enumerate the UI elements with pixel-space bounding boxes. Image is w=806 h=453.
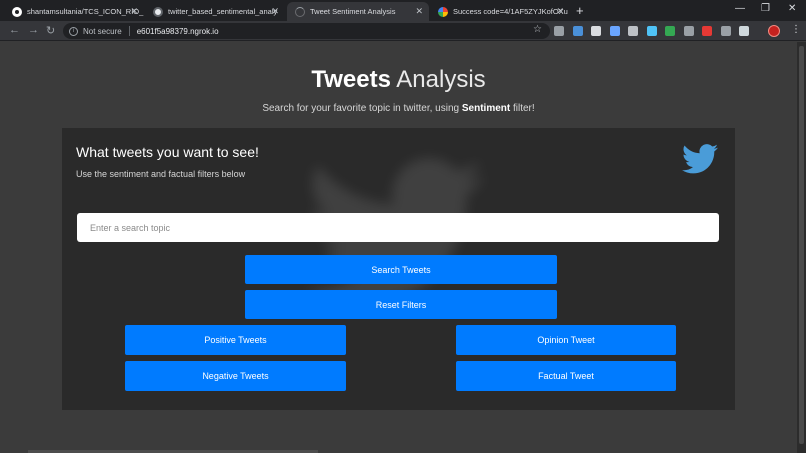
opinion-tweet-button[interactable]: Opinion Tweet [456,325,676,355]
google-icon [438,6,448,17]
reset-filters-button[interactable]: Reset Filters [245,290,557,319]
close-icon[interactable]: ✕ [415,6,423,17]
extension-icon[interactable] [646,26,657,36]
twitter-bird-icon [682,144,718,174]
extension-icon[interactable] [591,26,601,36]
browser-toolbar: ← → ↻ i Not secure e601f5a98379.ngrok.io… [0,21,806,41]
tab-github[interactable]: shantamsultania/TCS_ICON_RIO_ ✕ [4,2,144,21]
extension-icon[interactable] [628,26,638,36]
tab-strip: shantamsultania/TCS_ICON_RIO_ ✕ twitter_… [0,0,806,21]
negative-tweets-button[interactable]: Negative Tweets [125,361,346,391]
github-icon [12,6,22,17]
loading-icon [295,6,305,17]
profile-avatar[interactable] [768,25,780,37]
tab-google[interactable]: Success code=4/1AF5ZYJKofOXu ✕ [430,2,570,21]
subtitle-bold: Sentiment [461,103,511,114]
ngrok-icon [153,6,163,17]
extension-icon[interactable] [739,26,749,36]
bookmark-star-icon[interactable]: ☆ [533,24,542,35]
close-icon[interactable]: ✕ [556,6,564,17]
extension-icon[interactable] [720,26,731,36]
tab-title: Tweet Sentiment Analysis [310,7,396,16]
extension-icon[interactable] [609,26,620,36]
extension-icon[interactable] [665,26,675,36]
search-tweets-button[interactable]: Search Tweets [245,255,557,284]
security-label[interactable]: Not secure [83,27,122,36]
info-icon[interactable]: i [69,26,78,36]
window-close-button[interactable]: ✕ [788,3,796,14]
subtitle-prefix: Search for your favorite topic in twitte… [262,103,462,114]
forward-icon[interactable]: → [28,24,39,36]
extension-icon[interactable] [572,26,583,36]
tab-ngrok[interactable]: twitter_based_sentimental_analy ✕ [145,2,285,21]
back-icon[interactable]: ← [9,24,20,36]
card-subtitle: Use the sentiment and factual filters be… [76,169,246,179]
subtitle-suffix: filter! [510,103,535,114]
tab-tweet-sentiment[interactable]: Tweet Sentiment Analysis ✕ [287,2,429,21]
page-content: Tweets Analysis Search for your favorite… [0,42,797,453]
extension-icon[interactable] [554,26,564,36]
close-icon[interactable]: ✕ [130,6,138,17]
extension-icon[interactable] [702,26,712,36]
menu-icon[interactable]: ⋮ [791,24,801,35]
url-text[interactable]: e601f5a98379.ngrok.io [137,27,219,36]
positive-tweets-button[interactable]: Positive Tweets [125,325,346,355]
tab-title: Success code=4/1AF5ZYJKofOXu [453,7,568,16]
minimize-button[interactable]: — [735,3,745,14]
card-title: What tweets you want to see! [76,144,259,160]
search-input[interactable] [77,213,719,242]
extension-icon[interactable] [683,26,694,36]
address-bar[interactable]: i Not secure e601f5a98379.ngrok.io ☆ [63,23,550,39]
scrollbar-thumb[interactable] [799,46,804,444]
new-tab-button[interactable]: + [576,3,584,18]
tab-title: shantamsultania/TCS_ICON_RIO_ [27,7,144,16]
page-title: Tweets Analysis [0,66,797,94]
title-bold: Tweets [311,66,391,93]
reload-icon[interactable]: ↻ [46,24,55,37]
factual-tweet-button[interactable]: Factual Tweet [456,361,676,391]
title-light: Analysis [396,66,486,93]
divider [128,26,130,36]
close-icon[interactable]: ✕ [271,6,279,17]
restore-button[interactable]: ❐ [761,3,770,14]
page-subtitle: Search for your favorite topic in twitte… [0,103,797,114]
search-card: What tweets you want to see! Use the sen… [62,128,735,410]
tab-title: twitter_based_sentimental_analy [168,7,278,16]
